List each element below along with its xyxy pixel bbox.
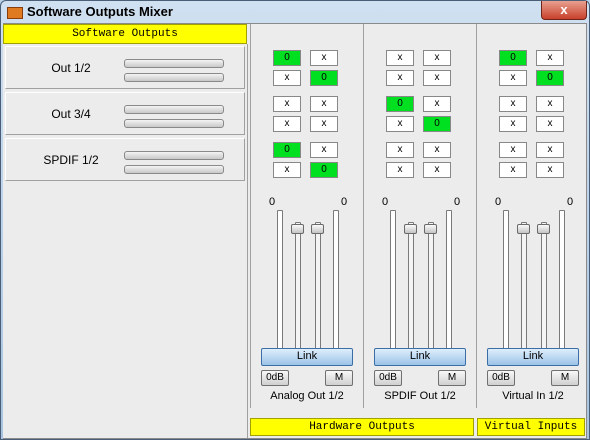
matrix-cell[interactable]: x [536, 50, 564, 66]
level-meter-right [124, 119, 224, 128]
mute-button[interactable]: M [438, 370, 466, 386]
level-readout-left: 0 [269, 196, 276, 208]
matrix-cell[interactable]: x [310, 142, 338, 158]
fader-track-left[interactable] [295, 222, 301, 350]
output-label: Out 1/2 [51, 61, 91, 75]
matrix-cell[interactable]: x [499, 70, 527, 86]
matrix-cell[interactable]: x [499, 142, 527, 158]
matrix-cell[interactable]: 0 [499, 50, 527, 66]
fader-track-right[interactable] [428, 222, 434, 350]
matrix-cell[interactable]: x [536, 116, 564, 132]
app-icon [7, 7, 23, 19]
matrix-cell[interactable]: x [386, 116, 414, 132]
level-meter-left [124, 105, 224, 114]
peak-meter-right [446, 210, 452, 352]
fader-thumb-right[interactable] [311, 224, 324, 234]
matrix-cell[interactable]: x [499, 96, 527, 112]
title-bar[interactable]: Software Outputs Mixer x [1, 1, 589, 23]
matrix-cell[interactable]: x [273, 116, 301, 132]
matrix-cell[interactable]: x [536, 142, 564, 158]
matrix-cell[interactable]: x [499, 162, 527, 178]
close-button[interactable]: x [541, 1, 587, 20]
strip-name: SPDIF Out 1/2 [384, 390, 456, 402]
matrix-cell[interactable]: 0 [423, 116, 451, 132]
matrix-cell[interactable]: x [310, 50, 338, 66]
matrix-cell[interactable]: 0 [310, 162, 338, 178]
matrix-cell[interactable]: x [423, 50, 451, 66]
matrix-cell[interactable]: x [273, 70, 301, 86]
level-meter-left [124, 151, 224, 160]
link-button[interactable]: Link [261, 348, 353, 366]
matrix-cell[interactable]: x [386, 162, 414, 178]
matrix-cell[interactable]: x [423, 142, 451, 158]
software-outputs-header: Software Outputs [3, 24, 247, 44]
output-label: SPDIF 1/2 [43, 153, 99, 167]
output-row[interactable]: Out 3/4 [5, 92, 245, 135]
fader-thumb-right[interactable] [424, 224, 437, 234]
level-readout-right: 0 [567, 196, 574, 208]
peak-meter-right [559, 210, 565, 352]
matrix-cell[interactable]: x [386, 142, 414, 158]
mixer-strip: 0 x x 0 x x x x x x x x 0 0 Link 0dB M Virtual In 1/2 [476, 24, 589, 408]
fader-thumb-left[interactable] [517, 224, 530, 234]
matrix-cell[interactable]: x [386, 70, 414, 86]
mixer-strip: 0 x x 0 x x x x 0 x x 0 0 0 Link 0dB M Analog Out 1/2 [250, 24, 363, 408]
fader-track-left[interactable] [521, 222, 527, 350]
hardware-outputs-header: Hardware Outputs [250, 418, 474, 436]
level-readout-left: 0 [495, 196, 502, 208]
fader-track-right[interactable] [541, 222, 547, 350]
fader-track-right[interactable] [315, 222, 321, 350]
mixer-strip: x x x x 0 x x 0 x x x x 0 0 Link 0dB M SPDIF Out 1/2 [363, 24, 476, 408]
matrix-cell[interactable]: 0 [273, 50, 301, 66]
matrix-cell[interactable]: x [423, 70, 451, 86]
mute-button[interactable]: M [551, 370, 579, 386]
peak-meter-left [277, 210, 283, 352]
fader-track-left[interactable] [408, 222, 414, 350]
mute-button[interactable]: M [325, 370, 353, 386]
level-meter-right [124, 165, 224, 174]
0db-button[interactable]: 0dB [261, 370, 289, 386]
peak-meter-left [390, 210, 396, 352]
fader-thumb-right[interactable] [537, 224, 550, 234]
virtual-inputs-header: Virtual Inputs [477, 418, 585, 436]
matrix-cell[interactable]: x [423, 162, 451, 178]
matrix-cell[interactable]: x [273, 96, 301, 112]
fader-thumb-left[interactable] [291, 224, 304, 234]
level-readout-right: 0 [341, 196, 348, 208]
matrix-cell[interactable]: x [536, 162, 564, 178]
level-readout-left: 0 [382, 196, 389, 208]
matrix-cell[interactable]: 0 [310, 70, 338, 86]
link-button[interactable]: Link [487, 348, 579, 366]
matrix-cell[interactable]: x [273, 162, 301, 178]
matrix-cell[interactable]: x [499, 116, 527, 132]
fader-thumb-left[interactable] [404, 224, 417, 234]
level-meter-left [124, 59, 224, 68]
0db-button[interactable]: 0dB [487, 370, 515, 386]
matrix-cell[interactable]: x [310, 96, 338, 112]
matrix-cell[interactable]: 0 [386, 96, 414, 112]
level-meter-right [124, 73, 224, 82]
strip-name: Virtual In 1/2 [502, 390, 564, 402]
matrix-cell[interactable]: x [310, 116, 338, 132]
0db-button[interactable]: 0dB [374, 370, 402, 386]
level-readout-right: 0 [454, 196, 461, 208]
output-row[interactable]: SPDIF 1/2 [5, 138, 245, 181]
peak-meter-right [333, 210, 339, 352]
software-outputs-list: Out 1/2 Out 3/4 SPDIF 1/2 [3, 44, 248, 438]
peak-meter-left [503, 210, 509, 352]
matrix-cell[interactable]: 0 [273, 142, 301, 158]
output-label: Out 3/4 [51, 107, 91, 121]
matrix-cell[interactable]: 0 [536, 70, 564, 86]
matrix-cell[interactable]: x [536, 96, 564, 112]
software-outputs-panel: Software Outputs Out 1/2 Out 3/4 SPDIF 1… [3, 24, 248, 438]
window-title: Software Outputs Mixer [27, 4, 173, 19]
link-button[interactable]: Link [374, 348, 466, 366]
matrix-cell[interactable]: x [423, 96, 451, 112]
strip-name: Analog Out 1/2 [270, 390, 344, 402]
matrix-cell[interactable]: x [386, 50, 414, 66]
output-row[interactable]: Out 1/2 [5, 46, 245, 89]
